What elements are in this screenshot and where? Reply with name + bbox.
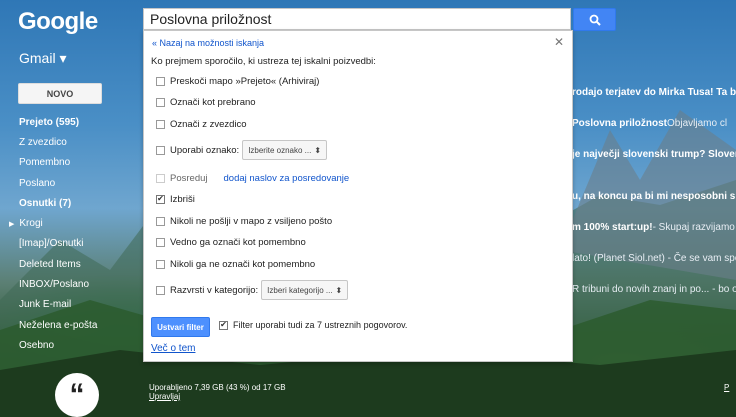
list-item[interactable]: je največji slovenski trump? Slovens xyxy=(572,139,736,170)
option-label: Uporabi oznako: xyxy=(170,144,240,156)
sidebar-item-starred[interactable]: Z zvezdico xyxy=(0,132,140,152)
sidebar-item-drafts[interactable]: Osnutki (7) xyxy=(0,193,140,213)
expand-arrow-icon[interactable]: ▶ xyxy=(9,220,14,228)
sidebar-item-label: Krogi xyxy=(19,218,43,230)
skip-inbox-checkbox[interactable] xyxy=(156,76,165,86)
compose-button[interactable]: NOVO xyxy=(18,83,102,104)
option-label: Nikoli ga ne označi kot pomembno xyxy=(170,258,316,270)
sidebar-item-imap-drafts[interactable]: [Imap]/Osnutki xyxy=(0,234,140,254)
sidebar-nav: Prejeto (595) Z zvezdico Pomembno Poslan… xyxy=(0,112,140,356)
select-arrows-icon: ⬍ xyxy=(335,285,343,295)
skip-inbox-option[interactable]: Preskoči mapo »Prejeto« (Arhiviraj) xyxy=(156,73,319,89)
list-item[interactable] xyxy=(572,170,736,181)
mail-snippet: R tribuni do novih znanj in po... - bo o… xyxy=(572,284,736,295)
sidebar-item-inbox-sent[interactable]: INBOX/Poslano xyxy=(0,274,140,294)
also-apply-checkbox[interactable]: ✔ xyxy=(219,320,228,330)
list-item[interactable]: lato! (Planet Siol.net) - Če se vam spor xyxy=(572,243,736,274)
mail-subject: je največji slovenski trump? Slovens xyxy=(572,149,736,160)
list-item[interactable]: u, na koncu pa bi mi nesposobni sloo xyxy=(572,181,736,212)
apply-label-option[interactable]: Uporabi oznako: Izberite oznako ... ⬍ xyxy=(156,140,328,160)
sidebar-item-spam[interactable]: Neželena e-pošta xyxy=(0,315,140,335)
mark-read-option[interactable]: Označi kot prebrano xyxy=(156,94,256,110)
option-label: Označi kot prebrano xyxy=(170,96,256,108)
categorize-checkbox[interactable] xyxy=(156,285,165,295)
mail-snippet: - Skupaj razvijamo din xyxy=(652,222,736,233)
label-select[interactable]: Izberite oznako ... ⬍ xyxy=(242,140,328,160)
list-item[interactable]: Poslovna priložnost Objavljamo cl xyxy=(572,108,736,139)
mail-snippet: Objavljamo cl xyxy=(667,118,728,129)
forward-option[interactable]: Posreduj dodaj naslov za posredovanje xyxy=(156,170,349,186)
manage-storage-link[interactable]: Upravljaj xyxy=(149,392,286,401)
mail-list: rodajo terjatev do Mirka Tusa! Ta bo d P… xyxy=(572,77,736,305)
category-select-value: Izberi kategorijo ... xyxy=(267,285,333,295)
option-label: Filter uporabi tudi za 7 ustreznih pogov… xyxy=(233,320,408,330)
mark-read-checkbox[interactable] xyxy=(156,97,165,107)
add-forwarding-address-link[interactable]: dodaj naslov za posredovanje xyxy=(224,173,350,184)
never-important-checkbox[interactable] xyxy=(156,259,165,269)
list-item[interactable]: R tribuni do novih znanj in po... - bo o… xyxy=(572,274,736,305)
hangouts-quote-icon: “ xyxy=(55,373,99,417)
sidebar-item-junk-email[interactable]: Junk E-mail xyxy=(0,295,140,315)
filter-intro-text: Ko prejmem sporočilo, ki ustreza tej isk… xyxy=(151,56,376,67)
never-spam-option[interactable]: Nikoli ne pošlji v mapo z vsiljeno pošto xyxy=(156,213,332,229)
mail-subject: m 100% start:up! xyxy=(572,222,653,233)
select-arrows-icon: ⬍ xyxy=(314,145,322,155)
option-label: Izbriši xyxy=(170,193,195,205)
also-apply-option[interactable]: ✔ Filter uporabi tudi za 7 ustreznih pog… xyxy=(219,320,407,330)
forward-checkbox[interactable] xyxy=(156,173,165,183)
sidebar-item-inbox[interactable]: Prejeto (595) xyxy=(0,112,140,132)
list-item[interactable]: m 100% start:up! - Skupaj razvijamo din xyxy=(572,212,736,243)
hangouts-button[interactable]: “ xyxy=(55,373,99,417)
back-to-search-options-link[interactable]: « Nazaj na možnosti iskanja xyxy=(152,38,264,48)
always-important-checkbox[interactable] xyxy=(156,237,165,247)
option-label: Posreduj xyxy=(170,172,208,184)
create-filter-panel: « Nazaj na možnosti iskanja ✕ Ko prejmem… xyxy=(143,30,573,362)
delete-checkbox[interactable]: ✔ xyxy=(156,194,165,204)
mail-subject: u, na koncu pa bi mi nesposobni sloo xyxy=(572,191,736,202)
storage-info: Uporabljeno 7,39 GB (43 %) od 17 GB Upra… xyxy=(149,383,286,401)
sidebar-item-important[interactable]: Pomembno xyxy=(0,153,140,173)
never-important-option[interactable]: Nikoli ga ne označi kot pomembno xyxy=(156,256,315,272)
option-label: Preskoči mapo »Prejeto« (Arhiviraj) xyxy=(170,75,320,87)
sidebar-item-deleted-items[interactable]: Deleted Items xyxy=(0,254,140,274)
never-spam-checkbox[interactable] xyxy=(156,216,165,226)
close-icon[interactable]: ✕ xyxy=(554,35,564,49)
sidebar-item-sent[interactable]: Poslano xyxy=(0,173,140,193)
mail-snippet: lato! (Planet Siol.net) - Če se vam spor xyxy=(572,253,736,264)
list-item[interactable]: rodajo terjatev do Mirka Tusa! Ta bo d xyxy=(572,77,736,108)
storage-usage: Uporabljeno 7,39 GB (43 %) od 17 GB xyxy=(149,383,286,392)
sidebar-item-personal[interactable]: Osebno xyxy=(0,335,140,355)
search-input[interactable]: Poslovna priložnost xyxy=(143,8,571,30)
search-icon xyxy=(589,14,601,26)
google-logo[interactable]: Google xyxy=(18,8,98,36)
option-label: Označi z zvezdico xyxy=(170,118,247,130)
create-filter-button[interactable]: Ustvari filter xyxy=(151,317,210,337)
learn-more-link[interactable]: Več o tem xyxy=(151,343,195,354)
always-important-option[interactable]: Vedno ga označi kot pomembno xyxy=(156,234,306,250)
star-checkbox[interactable] xyxy=(156,119,165,129)
label-select-value: Izberite oznako ... xyxy=(248,145,312,155)
option-label: Nikoli ne pošlji v mapo z vsiljeno pošto xyxy=(170,215,333,227)
delete-option[interactable]: ✔ Izbriši xyxy=(156,191,195,207)
option-label: Razvrsti v kategorijo: xyxy=(170,284,259,296)
categorize-option[interactable]: Razvrsti v kategorijo: Izberi kategorijo… xyxy=(156,280,349,300)
mail-subject: Poslovna priložnost xyxy=(572,118,668,129)
sidebar-item-circles[interactable]: ▶ Krogi xyxy=(0,213,140,233)
footer-link[interactable]: P xyxy=(724,383,729,392)
search-button[interactable] xyxy=(573,8,616,31)
mail-subject: rodajo terjatev do Mirka Tusa! Ta bo d xyxy=(572,87,736,98)
apply-label-checkbox[interactable] xyxy=(156,145,165,155)
gmail-app-switcher[interactable]: Gmail ▾ xyxy=(19,50,66,67)
category-select[interactable]: Izberi kategorijo ... ⬍ xyxy=(261,280,349,300)
star-option[interactable]: Označi z zvezdico xyxy=(156,116,247,132)
option-label: Vedno ga označi kot pomembno xyxy=(170,236,306,248)
